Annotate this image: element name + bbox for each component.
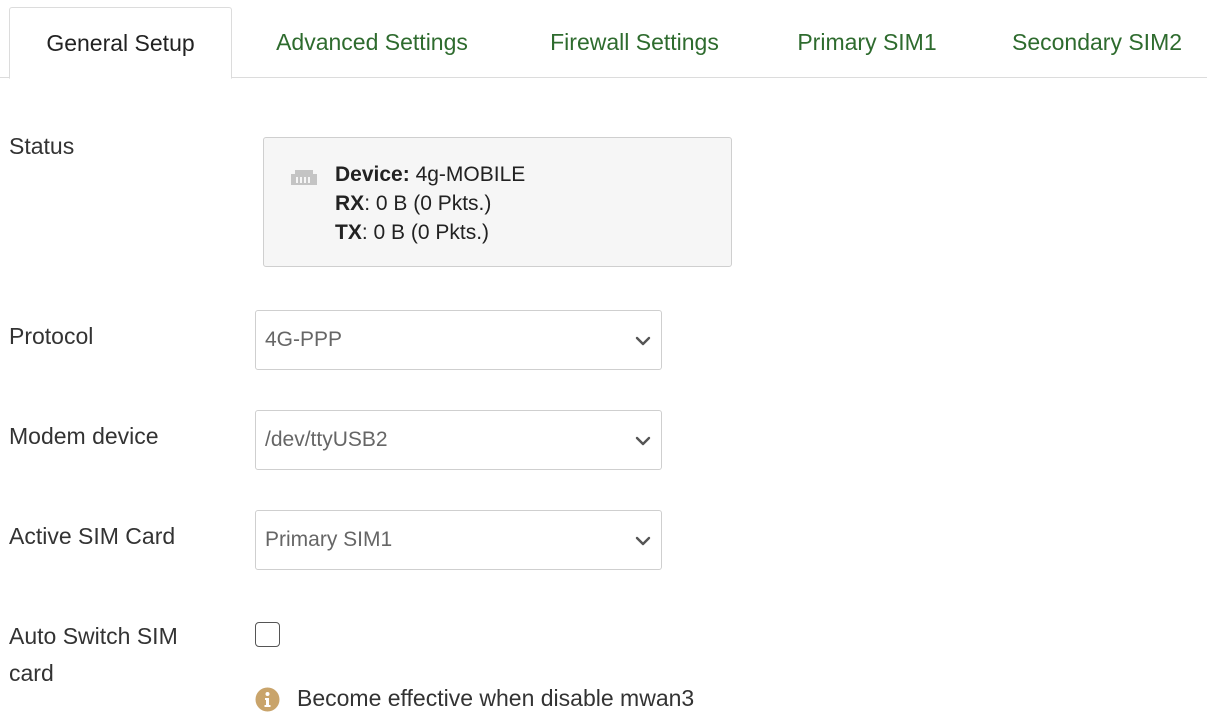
tx-value: : 0 B (0 Pkts.) xyxy=(361,221,490,244)
modem-device-select-value: /dev/ttyUSB2 xyxy=(265,428,388,451)
status-label: Status xyxy=(9,133,75,159)
auto-switch-label: Auto Switch SIM card xyxy=(9,623,178,686)
tab-general-setup[interactable]: General Setup xyxy=(9,7,232,79)
status-panel: Device: 4g-MOBILE RX: 0 B (0 Pkts.) TX: … xyxy=(263,137,732,267)
tab-bar: General Setup Advanced Settings Firewall… xyxy=(0,0,1207,79)
chevron-down-icon xyxy=(635,336,651,346)
auto-switch-hint: Become effective when disable mwan3 xyxy=(297,685,695,711)
status-rx-line: RX: 0 B (0 Pkts.) xyxy=(335,189,525,218)
rx-key: RX xyxy=(335,192,365,215)
chevron-down-icon xyxy=(635,536,651,546)
modem-device-select[interactable]: /dev/ttyUSB2 xyxy=(255,410,662,470)
rx-value: : 0 B (0 Pkts.) xyxy=(364,192,492,215)
tx-key: TX xyxy=(335,221,362,244)
tab-advanced-settings[interactable]: Advanced Settings xyxy=(232,7,512,78)
info-icon xyxy=(255,687,280,712)
tab-primary-sim1[interactable]: Primary SIM1 xyxy=(757,7,977,78)
status-device-line: Device: 4g-MOBILE xyxy=(335,160,525,189)
protocol-select[interactable]: 4G-PPP xyxy=(255,310,662,370)
status-tx-line: TX: 0 B (0 Pkts.) xyxy=(335,218,525,247)
protocol-select-value: 4G-PPP xyxy=(265,328,343,351)
modem-device-label: Modem device xyxy=(9,423,159,449)
active-sim-select-value: Primary SIM1 xyxy=(265,528,393,551)
tab-firewall-settings[interactable]: Firewall Settings xyxy=(512,7,757,78)
tab-secondary-sim2[interactable]: Secondary SIM2 xyxy=(977,7,1207,78)
interface-config-page: General Setup Advanced Settings Firewall… xyxy=(0,0,1207,713)
auto-switch-checkbox[interactable] xyxy=(255,622,280,647)
chevron-down-icon xyxy=(635,436,651,446)
device-key: Device: xyxy=(335,163,410,186)
active-sim-label: Active SIM Card xyxy=(9,523,176,549)
active-sim-select[interactable]: Primary SIM1 xyxy=(255,510,662,570)
ethernet-port-icon xyxy=(291,170,317,185)
status-details: Device: 4g-MOBILE RX: 0 B (0 Pkts.) TX: … xyxy=(335,160,525,247)
device-value: 4g-MOBILE xyxy=(415,163,526,186)
protocol-label: Protocol xyxy=(9,323,94,349)
